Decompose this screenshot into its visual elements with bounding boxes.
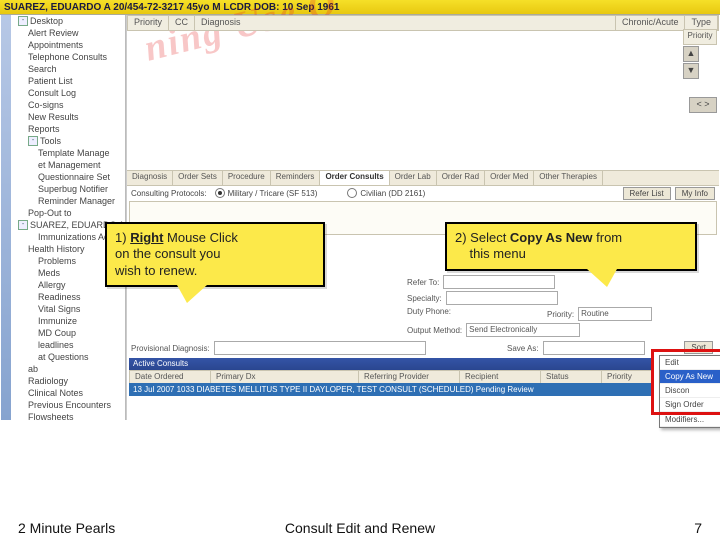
save-as-field[interactable] bbox=[543, 341, 645, 355]
context-menu[interactable]: EditCopy As NewDisconSign Order Modifier… bbox=[659, 355, 720, 428]
tree-item[interactable]: Radiology bbox=[12, 375, 125, 387]
tab-order-rad[interactable]: Order Rad bbox=[437, 171, 485, 185]
refer-list-button[interactable]: Refer List bbox=[623, 187, 671, 200]
sort-button[interactable]: Sort bbox=[684, 341, 713, 354]
tree-item[interactable]: leadlines bbox=[12, 339, 125, 351]
context-menu-item[interactable]: Modifiers... bbox=[660, 413, 720, 427]
callout-step-1: 1) Right Mouse Click on the consult you … bbox=[105, 222, 325, 287]
callout-step-2: 2) Select Copy As New from this menu bbox=[445, 222, 697, 271]
context-menu-item[interactable]: Discon bbox=[660, 384, 720, 398]
tree-item[interactable]: Telephone Consults bbox=[12, 51, 125, 63]
priority-label: Priority bbox=[683, 29, 717, 45]
problem-columns-header: PriorityCC Diagnosis Chronic/AcuteType bbox=[127, 15, 719, 31]
tree-item[interactable]: Pop-Out to bbox=[12, 207, 125, 219]
tree-item[interactable]: Flowsheets bbox=[12, 411, 125, 420]
tree-item[interactable]: Previous Encounters bbox=[12, 399, 125, 411]
tab-reminders[interactable]: Reminders bbox=[271, 171, 321, 185]
tree-item[interactable]: et Management bbox=[12, 159, 125, 171]
tree-scrollbar-rail[interactable] bbox=[1, 15, 11, 420]
tab-order-sets[interactable]: Order Sets bbox=[173, 171, 223, 185]
priority-down-button[interactable]: ▼ bbox=[683, 63, 699, 79]
tree-item[interactable]: Clinical Notes bbox=[12, 387, 125, 399]
my-info-button[interactable]: My Info bbox=[675, 187, 715, 200]
tree-item[interactable]: Readiness bbox=[12, 291, 125, 303]
tree-item[interactable]: -Tools bbox=[12, 135, 125, 147]
tab-diagnosis[interactable]: Diagnosis bbox=[127, 171, 173, 185]
priority-field[interactable]: Routine bbox=[578, 307, 652, 321]
footer-page-number: 7 bbox=[694, 520, 702, 536]
footer-left: 2 Minute Pearls bbox=[18, 520, 115, 536]
tree-item[interactable]: Consult Log bbox=[12, 87, 125, 99]
tab-order-med[interactable]: Order Med bbox=[485, 171, 534, 185]
radio-military[interactable] bbox=[215, 188, 225, 198]
active-consults-header: Active Consults bbox=[129, 358, 654, 370]
radio-civilian[interactable] bbox=[347, 188, 357, 198]
slide-footer: 2 Minute Pearls Consult Edit and Renew 7 bbox=[0, 516, 720, 540]
tab-order-lab[interactable]: Order Lab bbox=[390, 171, 437, 185]
tree-item[interactable]: Template Manage bbox=[12, 147, 125, 159]
main-panel: PriorityCC Diagnosis Chronic/AcuteType P… bbox=[126, 15, 719, 420]
tree-item[interactable]: -Desktop bbox=[12, 15, 125, 27]
tree-item[interactable]: ab bbox=[12, 363, 125, 375]
consult-row-selected[interactable]: 13 Jul 2007 1033 DIABETES MELLITUS TYPE … bbox=[129, 383, 654, 396]
tree-item[interactable]: Co-signs bbox=[12, 99, 125, 111]
tree-item[interactable]: Alert Review bbox=[12, 27, 125, 39]
patient-banner: SUAREZ, EDUARDO A 20/454-72-3217 45yo M … bbox=[0, 0, 720, 15]
consult-grid-header: Date Ordered Primary Dx Referring Provid… bbox=[129, 370, 654, 384]
tree-item[interactable]: Superbug Notifier bbox=[12, 183, 125, 195]
consulting-protocols-row: Consulting Protocols: Military / Tricare… bbox=[131, 187, 715, 199]
tree-item[interactable]: Search bbox=[12, 63, 125, 75]
priority-up-button[interactable]: ▲ bbox=[683, 46, 699, 62]
output-method-field[interactable]: Send Electronically bbox=[466, 323, 580, 337]
tree-item[interactable]: MD Coup bbox=[12, 327, 125, 339]
context-menu-item[interactable]: Copy As New bbox=[660, 370, 720, 384]
nav-prev-next[interactable]: < > bbox=[689, 97, 717, 113]
context-menu-item[interactable]: Edit bbox=[660, 356, 720, 370]
provisional-diagnosis-field[interactable] bbox=[214, 341, 426, 355]
tree-item[interactable]: New Results bbox=[12, 111, 125, 123]
tree-item[interactable]: at Questions bbox=[12, 351, 125, 363]
tree-item[interactable]: Immunize bbox=[12, 315, 125, 327]
tree-item[interactable]: Patient List bbox=[12, 75, 125, 87]
priority-side-panel: Priority ▲ ▼ bbox=[683, 29, 717, 79]
tab-procedure[interactable]: Procedure bbox=[223, 171, 271, 185]
tree-item[interactable]: Appointments bbox=[12, 39, 125, 51]
context-menu-item[interactable]: Sign Order bbox=[660, 398, 720, 412]
order-tabs[interactable]: DiagnosisOrder SetsProcedureRemindersOrd… bbox=[127, 170, 719, 186]
nav-tree[interactable]: -DesktopAlert ReviewAppointmentsTelephon… bbox=[12, 15, 126, 420]
refer-to-field[interactable] bbox=[443, 275, 555, 289]
tree-item[interactable]: Reminder Manager bbox=[12, 195, 125, 207]
tree-item[interactable]: Vital Signs bbox=[12, 303, 125, 315]
tree-item[interactable]: Questionnaire Set bbox=[12, 171, 125, 183]
tab-other-therapies[interactable]: Other Therapies bbox=[534, 171, 603, 185]
tree-item[interactable]: Reports bbox=[12, 123, 125, 135]
tab-order-consults[interactable]: Order Consults bbox=[320, 171, 389, 185]
specialty-field[interactable] bbox=[446, 291, 558, 305]
